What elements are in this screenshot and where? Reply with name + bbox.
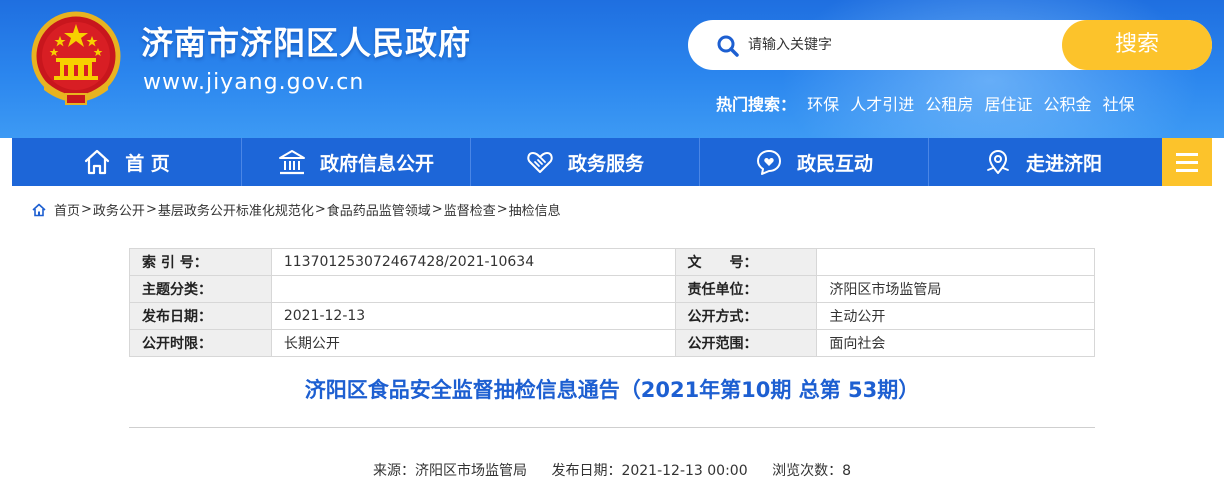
hot-search-item[interactable]: 公积金 (1044, 95, 1092, 114)
home-icon (85, 149, 110, 175)
info-key: 公开时限： (129, 329, 272, 357)
info-value: 济阳区市场监管局 (816, 275, 1095, 303)
nav-item-label: 政府信息公开 (319, 152, 434, 175)
breadcrumb: 首页 > 政务公开 > 基层政务公开标准化规范化 > 食品药品监管领域 > 监督… (32, 200, 561, 219)
article-views: 浏览次数：8 (772, 463, 851, 479)
breadcrumb-item[interactable]: 基层政务公开标准化规范化 (158, 200, 314, 219)
info-key: 文 号： (674, 248, 818, 276)
info-value: 主动公开 (816, 302, 1095, 330)
info-value: 2021-12-13 (270, 302, 676, 330)
hot-search-item[interactable]: 社保 (1103, 95, 1135, 114)
nav-item-services[interactable]: 政务服务 (470, 138, 699, 186)
site-url[interactable]: www.jiyang.gov.cn (143, 70, 364, 95)
info-key: 索 引 号： (129, 248, 272, 276)
nav-item-gov-info[interactable]: 政府信息公开 (241, 138, 470, 186)
nav-item-label: 政务服务 (567, 152, 644, 175)
hot-search-item[interactable]: 公租房 (925, 95, 973, 114)
nav-item-interaction[interactable]: 政民互动 (699, 138, 928, 186)
info-value: 113701253072467428/2021-10634 (270, 248, 676, 276)
info-key: 公开方式： (674, 302, 818, 330)
info-value (816, 248, 1095, 276)
breadcrumb-separator: > (496, 202, 508, 217)
info-value: 长期公开 (270, 329, 676, 357)
site-header: 济南市济阳区人民政府 www.jiyang.gov.cn 搜索 热门搜索： 环保… (0, 0, 1224, 138)
search-icon (717, 35, 739, 57)
nav-item-home[interactable]: 首 页 (12, 138, 241, 186)
nav-item-about[interactable]: 走进济阳 (928, 138, 1157, 186)
article-date: 发布日期：2021-12-13 00:00 (551, 463, 748, 479)
info-key: 责任单位： (674, 275, 818, 303)
article-title: 济阳区食品安全监督抽检信息通告（2021年第10期 总第 53期） (304, 378, 920, 402)
info-key: 发布日期： (129, 302, 272, 330)
site-title[interactable]: 济南市济阳区人民政府 (141, 18, 471, 64)
search-input[interactable] (748, 32, 1048, 58)
table-row: 发布日期： 2021-12-13 公开方式： 主动公开 (129, 302, 1095, 330)
hot-search-item[interactable]: 环保 (807, 95, 839, 114)
breadcrumb-separator: > (431, 202, 443, 217)
hot-search: 热门搜索： 环保 人才引进 公租房 居住证 公积金 社保 (716, 91, 1141, 115)
breadcrumb-separator: > (81, 202, 92, 217)
info-value (270, 275, 676, 303)
info-value: 面向社会 (816, 329, 1095, 357)
info-key: 公开范围： (674, 329, 818, 357)
main-nav: 首 页 政府信息公开 政务服务 政民互动 走进济阳 (12, 138, 1212, 186)
government-building-icon (278, 150, 305, 175)
national-emblem-icon (31, 11, 121, 105)
breadcrumb-separator: > (314, 202, 326, 217)
table-row: 公开时限： 长期公开 公开范围： 面向社会 (129, 329, 1095, 357)
breadcrumb-item[interactable]: 政务公开 (93, 200, 145, 219)
hot-search-item[interactable]: 人才引进 (850, 95, 914, 114)
table-row: 主题分类： 责任单位： 济阳区市场监管局 (129, 275, 1095, 303)
search-button[interactable]: 搜索 (1062, 20, 1212, 70)
info-key: 主题分类： (129, 275, 272, 303)
location-pin-icon (987, 150, 1009, 174)
breadcrumb-item[interactable]: 首页 (54, 200, 80, 219)
search-box: 搜索 (688, 20, 1212, 70)
nav-item-label: 走进济阳 (1025, 152, 1102, 175)
hamburger-menu-icon[interactable] (1162, 138, 1212, 186)
hot-search-label: 热门搜索： (716, 95, 797, 114)
hot-search-item[interactable]: 居住证 (984, 95, 1032, 114)
nav-item-label: 政民互动 (796, 152, 873, 175)
divider (129, 427, 1095, 428)
table-row: 索 引 号： 113701253072467428/2021-10634 文 号… (129, 248, 1095, 276)
document-info-table: 索 引 号： 113701253072467428/2021-10634 文 号… (129, 248, 1095, 357)
home-icon (32, 203, 46, 216)
breadcrumb-item[interactable]: 食品药品监管领域 (327, 200, 431, 219)
article-source: 来源：济阳区市场监管局 (373, 463, 527, 479)
breadcrumb-item[interactable]: 抽检信息 (509, 200, 561, 219)
heart-chat-icon (756, 150, 781, 175)
breadcrumb-separator: > (145, 202, 157, 217)
nav-item-label: 首 页 (125, 152, 170, 175)
handshake-heart-icon (527, 152, 553, 173)
article-meta: 来源：济阳区市场监管局 发布日期：2021-12-13 00:00 浏览次数：8 (129, 460, 1095, 480)
breadcrumb-item[interactable]: 监督检查 (444, 200, 496, 219)
